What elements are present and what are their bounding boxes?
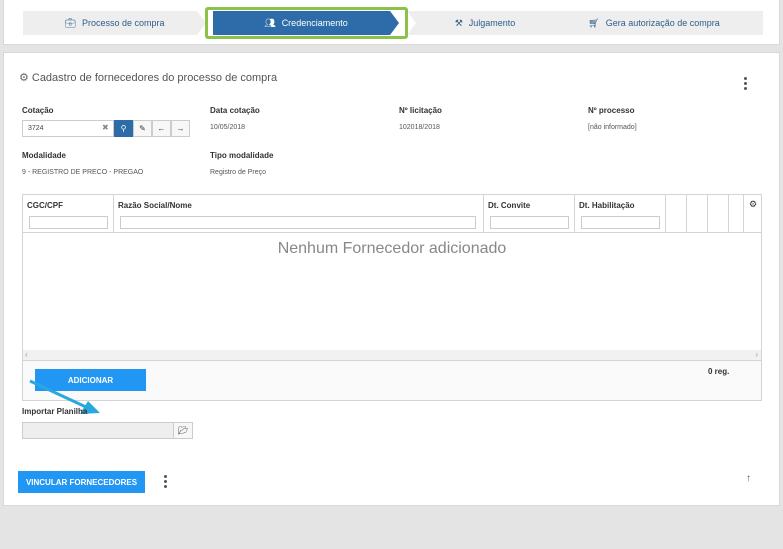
step-gera-autorizacao[interactable]: 🛒︎ Gera autorização de compra bbox=[545, 11, 763, 35]
scroll-left-icon[interactable]: ‹ bbox=[25, 350, 28, 359]
gears-icon: ⚙ bbox=[19, 72, 29, 84]
column-extra bbox=[729, 195, 744, 233]
data-cotacao-value: 10/05/2018 bbox=[210, 124, 246, 131]
processo-value: [não informado] bbox=[588, 124, 637, 131]
folder-button[interactable]: 📂︎ bbox=[173, 422, 193, 439]
wizard: 💼︎ Processo de compra ⚒ Julgamento 🛒︎ Ge… bbox=[23, 7, 763, 39]
step-label: Credenciamento bbox=[281, 18, 348, 28]
processo-label: Nº processo bbox=[588, 106, 635, 115]
more-options-icon[interactable] bbox=[164, 475, 168, 488]
column-dt-habilitacao[interactable]: Dt. Habilitação bbox=[575, 195, 666, 233]
more-options-icon[interactable] bbox=[744, 77, 748, 90]
suppliers-grid: CGC/CPF Razão Social/Nome Dt. Convite Dt… bbox=[22, 194, 762, 361]
step-label: Julgamento bbox=[468, 18, 516, 28]
vincular-fornecedores-button[interactable]: VINCULAR FORNECEDORES bbox=[18, 471, 145, 493]
filter-razao-social-input[interactable] bbox=[120, 216, 476, 229]
clear-icon[interactable]: ✖ bbox=[102, 123, 109, 132]
filter-dt-convite-input[interactable] bbox=[490, 216, 569, 229]
horizontal-scrollbar[interactable]: ‹ › bbox=[23, 350, 761, 360]
grid-header: CGC/CPF Razão Social/Nome Dt. Convite Dt… bbox=[23, 195, 761, 233]
grid-footer: ADICIONAR 0 reg. bbox=[22, 361, 762, 401]
licitacao-value: 102018/2018 bbox=[399, 124, 440, 131]
tipo-modalidade-label: Tipo modalidade bbox=[210, 151, 274, 160]
modalidade-value: 9 - REGISTRO DE PRECO - PREGAO bbox=[22, 169, 144, 176]
step-julgamento[interactable]: ⚒ Julgamento bbox=[407, 11, 563, 35]
main-panel: ⚙ Cadastro de fornecedores do processo d… bbox=[3, 52, 780, 506]
column-razao-social[interactable]: Razão Social/Nome bbox=[114, 195, 484, 233]
licitacao-label: Nº licitação bbox=[399, 106, 442, 115]
gear-icon[interactable]: ⚙ bbox=[749, 199, 757, 210]
scroll-right-icon[interactable]: › bbox=[755, 350, 758, 359]
filter-cgc-cpf-input[interactable] bbox=[29, 216, 108, 229]
pencil-icon: ✎ bbox=[139, 124, 146, 133]
column-header: Razão Social/Nome bbox=[118, 201, 192, 210]
importar-planilha-input[interactable] bbox=[22, 422, 174, 439]
arrow-right-icon: → bbox=[176, 124, 185, 133]
importar-planilha-label: Importar Planilha bbox=[22, 407, 88, 416]
folder-icon: 📂︎ bbox=[177, 426, 189, 435]
edit-button[interactable]: ✎ bbox=[133, 120, 152, 137]
previous-button[interactable]: ← bbox=[152, 120, 171, 137]
search-button[interactable]: ⚲ bbox=[114, 120, 133, 137]
filter-dt-habilitacao-input[interactable] bbox=[581, 216, 660, 229]
step-label: Processo de compra bbox=[81, 18, 165, 28]
page-title-text: Cadastro de fornecedores do processo de … bbox=[31, 71, 278, 84]
empty-message: Nenhum Fornecedor adicionado bbox=[277, 240, 507, 257]
gavel-icon: ⚒ bbox=[454, 17, 463, 28]
step-credenciamento[interactable]: 👥︎ Credenciamento bbox=[213, 11, 399, 35]
column-header: CGC/CPF bbox=[27, 201, 63, 210]
scroll-top-icon[interactable]: ↑ bbox=[746, 473, 751, 484]
arrow-left-icon: ← bbox=[157, 124, 166, 133]
column-extra bbox=[666, 195, 687, 233]
column-extra bbox=[687, 195, 708, 233]
tipo-modalidade-value: Registro de Preço bbox=[210, 169, 267, 176]
column-header: Dt. Convite bbox=[488, 201, 531, 210]
column-header: Dt. Habilitação bbox=[579, 201, 635, 210]
modalidade-label: Modalidade bbox=[22, 151, 67, 160]
column-dt-convite[interactable]: Dt. Convite bbox=[484, 195, 575, 233]
cotacao-input[interactable]: 3724 bbox=[22, 120, 114, 137]
data-cotacao-label: Data cotação bbox=[210, 106, 260, 115]
next-button[interactable]: → bbox=[171, 120, 190, 137]
cart-icon: 🛒︎ bbox=[588, 17, 600, 28]
step-processo-de-compra[interactable]: 💼︎ Processo de compra bbox=[23, 11, 206, 35]
wizard-panel: 💼︎ Processo de compra ⚒ Julgamento 🛒︎ Ge… bbox=[3, 0, 780, 45]
page-title: ⚙ Cadastro de fornecedores do processo d… bbox=[19, 71, 278, 85]
step-label: Gera autorização de compra bbox=[605, 18, 720, 28]
column-extra bbox=[708, 195, 729, 233]
record-count: 0 reg. bbox=[708, 367, 730, 376]
users-icon: 👥︎ bbox=[264, 17, 276, 28]
column-cgc-cpf[interactable]: CGC/CPF bbox=[23, 195, 114, 233]
search-icon: ⚲ bbox=[120, 124, 127, 133]
cotacao-label: Cotação bbox=[22, 106, 54, 115]
briefcase-icon: 💼︎ bbox=[64, 17, 76, 28]
